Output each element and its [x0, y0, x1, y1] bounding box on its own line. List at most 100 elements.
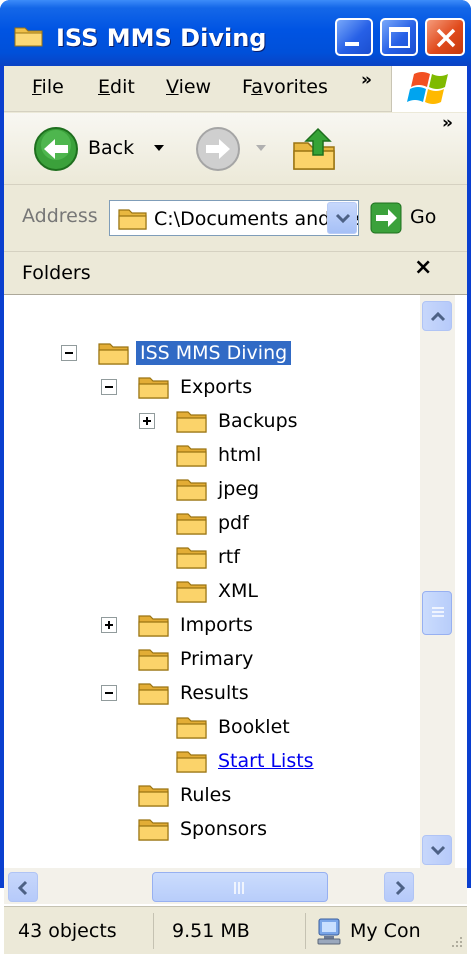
chevron-left-icon [17, 880, 28, 896]
tree-item-label: Exports [180, 376, 253, 398]
scroll-left-button[interactable] [8, 872, 38, 902]
folder-icon [138, 615, 169, 637]
minimize-button[interactable] [335, 18, 373, 56]
tree-item-label: Booklet [218, 716, 290, 738]
up-folder-icon [293, 127, 335, 170]
tree-item[interactable]: Sponsors [138, 813, 271, 845]
vertical-scroll-thumb[interactable] [422, 591, 452, 635]
folder-icon [138, 683, 169, 705]
close-icon [436, 28, 456, 48]
folder-icon [138, 819, 169, 841]
folder-icon [176, 411, 207, 433]
tree-item[interactable]: rtf [176, 541, 244, 573]
tree-item[interactable]: Rules [138, 779, 235, 811]
folder-icon [176, 547, 207, 569]
expander-bar [108, 621, 110, 629]
folder-icon [176, 751, 207, 773]
forward-button[interactable] [194, 125, 274, 173]
tree-item[interactable]: ISS MMS Diving [98, 337, 292, 369]
collapse-icon[interactable] [61, 345, 77, 361]
chevron-down-icon [430, 845, 446, 856]
my-computer-icon [317, 918, 341, 945]
tree-item[interactable]: Backups [176, 405, 302, 437]
back-button[interactable]: Back [32, 125, 172, 173]
folder-icon [176, 717, 207, 739]
tree-item[interactable]: Booklet [176, 711, 294, 743]
tree-item-label: rtf [218, 546, 240, 568]
horizontal-scroll-thumb[interactable] [152, 872, 328, 902]
explorer-window: ISS MMS Diving File Edit View Favorites … [0, 0, 471, 954]
tree-item-label: ISS MMS Diving [136, 341, 292, 365]
tree-item[interactable]: pdf [176, 507, 253, 539]
tree-item[interactable]: Results [138, 677, 253, 709]
menu-favorites[interactable]: Favorites [242, 76, 328, 98]
tree-item-label: Imports [180, 614, 253, 636]
address-label: Address [22, 205, 98, 227]
tree-item[interactable]: Start Lists [176, 745, 318, 777]
folder-icon [138, 649, 169, 671]
folder-icon [176, 581, 207, 603]
tree-item-label: Sponsors [180, 818, 268, 840]
tree-item-label: jpeg [218, 478, 260, 500]
collapse-icon[interactable] [101, 685, 117, 701]
scroll-right-button[interactable] [384, 872, 414, 902]
address-input[interactable]: C:\Documents and Settings [109, 200, 359, 236]
folders-pane-header: Folders × [4, 253, 467, 293]
back-arrow-icon [34, 127, 78, 171]
grip-icon [234, 882, 244, 894]
up-button[interactable] [290, 123, 340, 175]
forward-dropdown-icon [256, 145, 266, 151]
tree-item[interactable]: jpeg [176, 473, 263, 505]
folder-icon [176, 479, 207, 501]
back-label: Back [88, 137, 135, 159]
menu-overflow-chevron[interactable]: » [361, 70, 372, 90]
minimize-icon [345, 42, 359, 46]
address-dropdown-button[interactable] [327, 202, 357, 234]
folders-pane-title: Folders [22, 262, 91, 284]
tree-item[interactable]: html [176, 439, 265, 471]
close-button[interactable] [425, 18, 465, 56]
title-bar[interactable]: ISS MMS Diving [0, 0, 471, 66]
expand-icon[interactable] [139, 413, 155, 429]
expander-bar [146, 417, 148, 425]
expander-bar [105, 692, 113, 694]
menu-bar: File Edit View Favorites » [4, 66, 467, 112]
tree-item-label: Primary [180, 648, 254, 670]
maximize-button[interactable] [380, 18, 418, 56]
menu-file[interactable]: File [32, 76, 64, 98]
tree-item-label: html [218, 444, 262, 466]
folders-pane-close-icon[interactable]: × [414, 255, 432, 280]
status-bar: 43 objects 9.51 MB My Con [4, 906, 467, 954]
maximize-icon [389, 27, 410, 48]
back-dropdown-icon[interactable] [154, 145, 164, 153]
folder-icon [176, 445, 207, 467]
collapse-icon[interactable] [101, 379, 117, 395]
chevron-down-icon [335, 213, 351, 224]
tree-item-label: pdf [218, 512, 249, 534]
tree-item-label: Results [180, 682, 249, 704]
menu-view[interactable]: View [166, 76, 211, 98]
address-bar: Address C:\Documents and Settings Go [4, 186, 467, 252]
expand-icon[interactable] [101, 617, 117, 633]
resize-grip-icon[interactable] [448, 935, 464, 949]
tree-item[interactable]: Imports [138, 609, 257, 641]
go-button[interactable]: Go [366, 200, 461, 236]
forward-arrow-icon [196, 127, 240, 171]
scroll-down-button[interactable] [422, 835, 452, 865]
tree-item[interactable]: Exports [138, 371, 256, 403]
tree-item[interactable]: Primary [138, 643, 257, 675]
menu-edit[interactable]: Edit [98, 76, 135, 98]
toolbar-overflow-chevron[interactable]: » [442, 113, 453, 133]
status-size-cell: 9.51 MB [156, 913, 306, 949]
folder-icon [138, 785, 169, 807]
expander-bar [105, 386, 113, 388]
chevron-right-icon [395, 880, 406, 896]
tree-item[interactable]: XML [176, 575, 262, 607]
standard-toolbar: Back » [4, 113, 467, 185]
windows-flag-icon [407, 72, 448, 104]
folder-icon [176, 513, 207, 535]
status-size: 9.51 MB [172, 920, 250, 942]
scroll-up-button[interactable] [422, 301, 452, 331]
vertical-scrollbar[interactable] [420, 295, 455, 868]
horizontal-scrollbar[interactable] [4, 868, 467, 904]
